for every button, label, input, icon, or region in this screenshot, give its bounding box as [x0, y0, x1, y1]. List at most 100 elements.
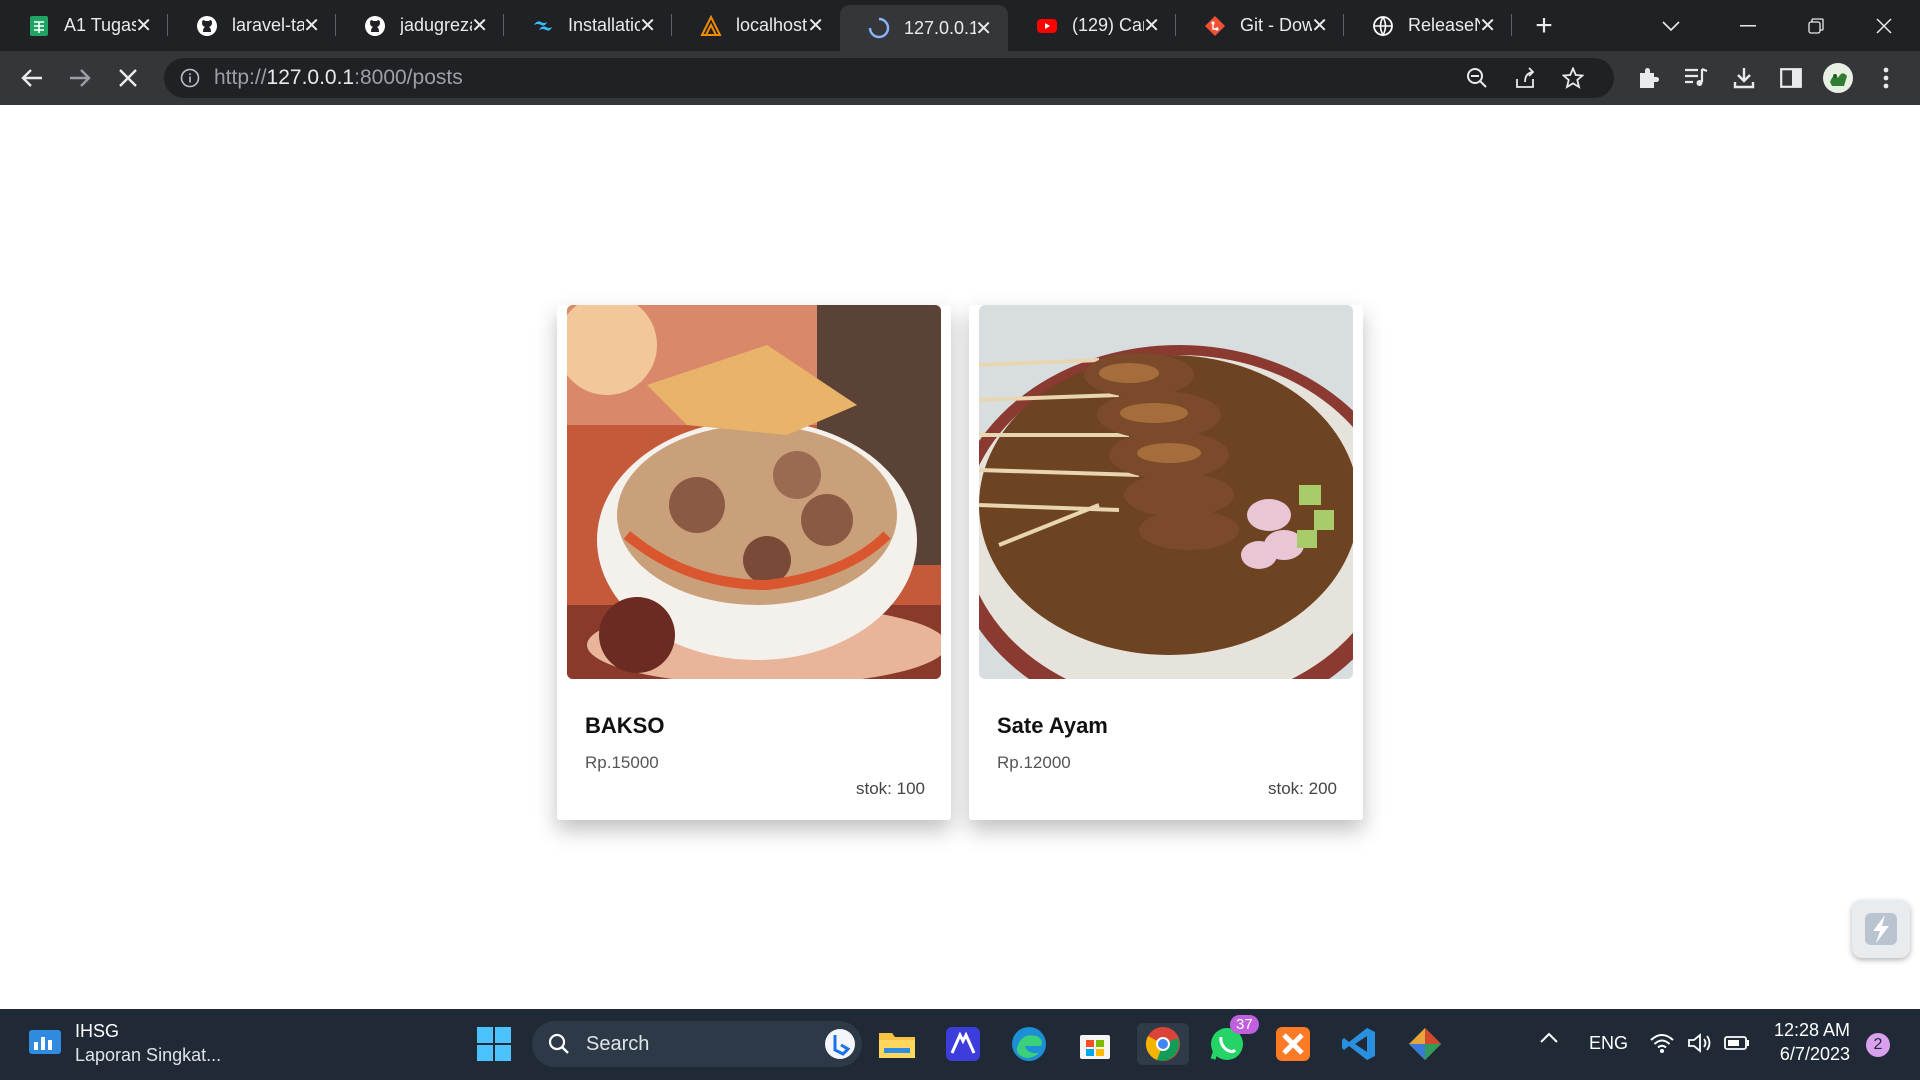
side-panel-button[interactable] [1771, 51, 1811, 105]
media-control-button[interactable] [1676, 51, 1716, 105]
github-icon [196, 15, 218, 37]
widgets-button[interactable] [28, 1027, 62, 1062]
close-tab-icon[interactable]: ✕ [639, 13, 656, 38]
tab-title: (129) Cara [1072, 15, 1144, 35]
browser-tab[interactable]: laravel-ta ✕ [168, 0, 336, 51]
tab-separator [1511, 14, 1512, 36]
close-window-button[interactable] [1876, 0, 1892, 51]
clock-date[interactable]: 6/7/2023 [1772, 1044, 1850, 1065]
file-explorer-button[interactable] [876, 1023, 918, 1065]
product-image-bakso [567, 305, 941, 679]
store-icon [1080, 1035, 1110, 1059]
info-icon [180, 68, 200, 88]
close-tab-icon[interactable]: ✕ [303, 13, 320, 38]
browser-tab[interactable]: (129) Cara✕ [1008, 0, 1176, 51]
product-card[interactable]: Sate Ayam Rp.12000 stok: 200 [969, 305, 1363, 820]
close-tab-icon[interactable]: ✕ [1311, 13, 1328, 38]
url-path: :8000/posts [354, 66, 463, 89]
tab-title: 127.0.0.1 [904, 17, 976, 38]
clock-time[interactable]: 12:28 AM [1772, 1020, 1850, 1041]
profile-button[interactable] [1818, 51, 1858, 105]
windows-logo-icon [477, 1027, 511, 1061]
zoom-icon[interactable] [1466, 67, 1488, 89]
close-tab-icon[interactable]: ✕ [1143, 13, 1160, 38]
share-icon[interactable] [1514, 67, 1536, 89]
volume-icon[interactable] [1688, 1033, 1714, 1058]
tab-strip: A1 Tugas ✕ laravel-ta ✕ jadugreza ✕ Installati… [0, 0, 1920, 51]
stop-icon [119, 69, 137, 87]
browser-menu-button[interactable] [1866, 51, 1906, 105]
extensions-button[interactable] [1628, 51, 1668, 105]
tab-title: localhost [736, 15, 808, 35]
close-tab-icon[interactable]: ✕ [807, 13, 824, 38]
tab-title: laravel-ta [232, 15, 304, 35]
floating-action-button[interactable] [1852, 900, 1910, 958]
chrome-button[interactable] [1137, 1023, 1189, 1065]
download-icon [1733, 68, 1755, 89]
widget-title: IHSG [75, 1021, 120, 1041]
git-icon [1204, 15, 1226, 37]
bing-icon [825, 1029, 855, 1059]
github-icon [364, 15, 386, 37]
wifi-icon[interactable] [1650, 1033, 1674, 1058]
edge-button[interactable] [1008, 1023, 1050, 1065]
close-tab-icon[interactable]: ✕ [471, 13, 488, 38]
notification-badge[interactable]: 2 [1866, 1033, 1890, 1057]
windows-taskbar: IHSG Laporan Singkat... Search 37 ENG 12… [0, 1009, 1920, 1080]
git-gui-button[interactable] [1404, 1023, 1446, 1065]
browser-tab[interactable]: Installation✕ [504, 0, 672, 51]
forward-button[interactable] [60, 51, 100, 105]
tab-title: jadugreza [400, 15, 472, 35]
widget-subtitle: Laporan Singkat... [75, 1045, 222, 1065]
sheets-icon [28, 15, 50, 37]
stop-loading-button[interactable] [108, 51, 148, 105]
product-name: Sate Ayam [997, 713, 1108, 738]
side-panel-icon [1780, 68, 1802, 88]
url-scheme: http:// [214, 66, 267, 89]
product-stock: stok: 100 [856, 779, 925, 798]
whatsapp-unread-badge: 37 [1230, 1015, 1259, 1034]
app-button[interactable] [942, 1023, 984, 1065]
language-indicator[interactable]: ENG [1589, 1033, 1628, 1054]
more-vert-icon [1883, 67, 1889, 89]
loading-icon [868, 17, 890, 39]
xampp-button[interactable] [1272, 1023, 1314, 1065]
close-tab-icon[interactable]: ✕ [975, 16, 992, 41]
address-bar[interactable]: http://127.0.0.1:8000/posts [164, 58, 1614, 98]
folder-icon [879, 1033, 915, 1058]
edge-icon [1012, 1027, 1046, 1061]
browser-tab[interactable]: A1 Tugas ✕ [0, 0, 168, 51]
playlist-icon [1685, 67, 1708, 86]
microsoft-store-button[interactable] [1074, 1023, 1116, 1065]
product-stock: stok: 200 [1268, 779, 1337, 798]
new-tab-button[interactable]: + [1520, 0, 1568, 51]
back-arrow-icon [21, 69, 42, 87]
back-button[interactable] [12, 51, 52, 105]
search-placeholder: Search [586, 1032, 650, 1055]
whatsapp-button[interactable]: 37 [1206, 1015, 1259, 1065]
browser-tab[interactable]: Git - Dow ✕ [1176, 0, 1344, 51]
vscode-button[interactable] [1338, 1023, 1380, 1065]
close-tab-icon[interactable]: ✕ [1479, 13, 1496, 38]
product-image-sate-ayam [979, 305, 1353, 679]
tab-search-button[interactable] [1662, 0, 1680, 51]
start-button[interactable] [473, 1023, 515, 1065]
minimize-button[interactable] [1740, 0, 1756, 51]
product-price: Rp.12000 [997, 753, 1071, 772]
browser-tab[interactable]: 127.0.0.1 ✕ [840, 5, 1008, 51]
downloads-button[interactable] [1724, 51, 1764, 105]
product-card[interactable]: BAKSO Rp.15000 stok: 100 [557, 305, 951, 820]
browser-tab[interactable]: ReleaseN ✕ [1344, 0, 1512, 51]
browser-tab[interactable]: localhost ✕ [672, 0, 840, 51]
vscode-icon [1342, 1028, 1375, 1060]
tab-title: ReleaseN [1408, 15, 1480, 35]
tab-title: A1 Tugas [64, 15, 136, 35]
taskbar-search-box[interactable]: Search [532, 1021, 862, 1067]
close-tab-icon[interactable]: ✕ [135, 13, 152, 38]
restore-button[interactable] [1808, 0, 1824, 51]
battery-icon[interactable] [1724, 1035, 1750, 1056]
xampp-icon [1276, 1027, 1310, 1061]
bookmark-star-icon[interactable] [1562, 67, 1584, 89]
browser-tab[interactable]: jadugreza ✕ [336, 0, 504, 51]
show-hidden-icons-button[interactable] [1540, 1031, 1558, 1049]
